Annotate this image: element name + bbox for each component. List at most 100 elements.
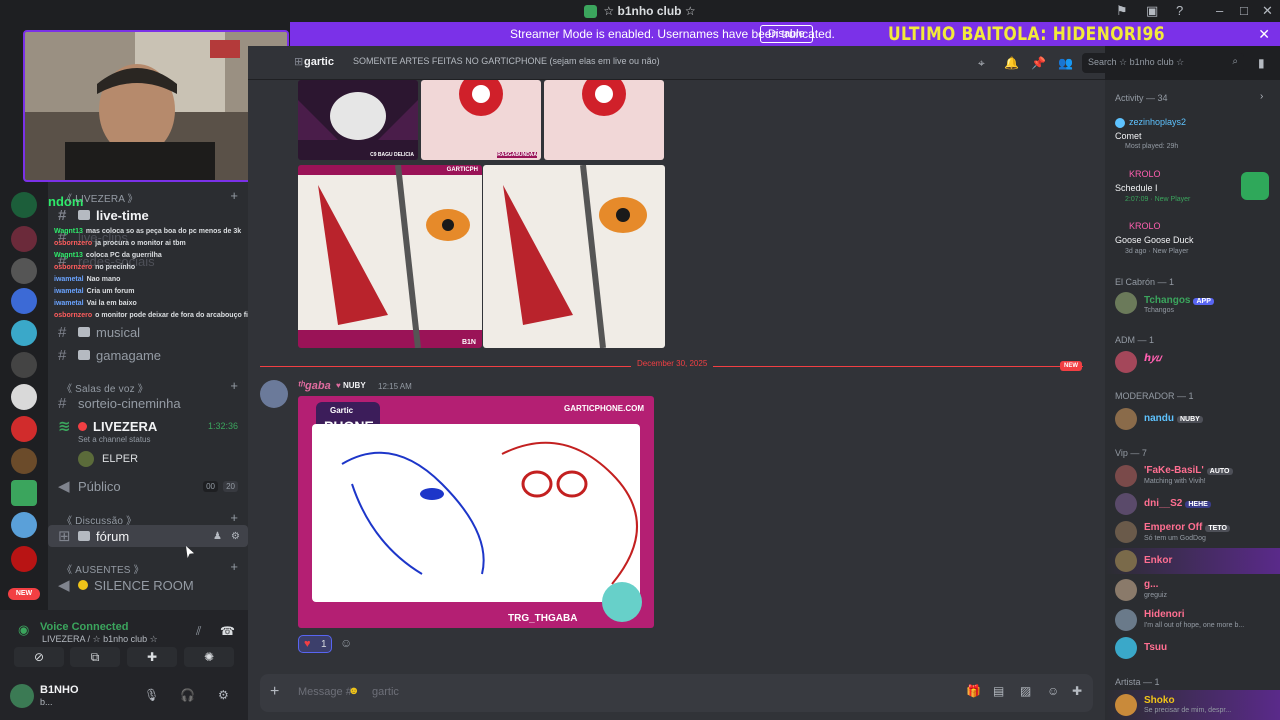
search-input[interactable]: Search ☆ b1nho club ☆ ⌕ (1082, 53, 1244, 73)
server-icon[interactable] (11, 416, 37, 442)
channel-gamagame[interactable]: # gamagame (48, 344, 248, 366)
gift-icon[interactable]: 🎁 (966, 684, 981, 698)
settings-icon[interactable]: ⚙ (231, 531, 240, 542)
close-banner-icon[interactable]: ✕ (1258, 26, 1270, 43)
channel-musical[interactable]: # musical (48, 321, 248, 343)
member-name[interactable]: g... (1144, 579, 1158, 590)
member-name[interactable]: Enkor (1144, 555, 1172, 566)
member-name[interactable]: dni__S2 HEHE (1144, 498, 1211, 509)
activity-card[interactable]: zezinhoplays2 Comet Most played: 29h (1105, 116, 1280, 160)
add-voice-channel-icon[interactable]: + (230, 378, 238, 393)
message-author[interactable]: ᵗʰgaba (298, 380, 331, 392)
avatar[interactable] (1115, 637, 1137, 659)
activity-card[interactable]: KROLO Goose Goose Duck 3d ago · New Play… (1105, 220, 1280, 264)
pin-icon[interactable]: 📌 (1031, 56, 1046, 70)
channel-topic[interactable]: SOMENTE ARTES FEITAS NO GARTICPHONE (sej… (353, 56, 660, 66)
activity-card[interactable]: KROLO Schedule I 2:07:09 · New Player (1105, 168, 1280, 212)
window-icon[interactable]: ▣ (1146, 3, 1158, 19)
close-window-icon[interactable]: ✕ (1262, 3, 1273, 19)
server-icon[interactable] (11, 512, 37, 538)
disable-streamer-mode-button[interactable]: Disable (760, 25, 813, 43)
gif-icon[interactable]: ▤ (993, 684, 1004, 698)
avatar[interactable] (1115, 521, 1137, 543)
server-icon[interactable] (11, 320, 37, 346)
attachment-image[interactable]: RASGABUNDAA (421, 80, 541, 160)
avatar[interactable] (1115, 609, 1137, 631)
attachment-image[interactable]: GARTICPH B1N (298, 165, 482, 348)
voice-user-elper[interactable]: ELPER (48, 448, 248, 470)
current-username[interactable]: B1NHO (40, 684, 79, 696)
member-name[interactable]: Tsuu (1144, 642, 1167, 653)
member-list-icon[interactable]: 👥 (1058, 56, 1073, 70)
help-icon[interactable]: ? (1176, 3, 1183, 18)
member-name[interactable]: ℎ𝑦𝑢 (1144, 353, 1161, 364)
sticker-icon[interactable]: ▨ (1020, 684, 1031, 698)
channel-live-time[interactable]: # live-time (48, 204, 248, 226)
avatar[interactable] (260, 380, 288, 408)
member-name[interactable]: 'FaKe-BasiL' AUTO (1144, 465, 1233, 476)
server-icon[interactable] (11, 192, 37, 218)
voice-channel-silence-room[interactable]: ◀ SILENCE ROOM (48, 574, 248, 596)
avatar[interactable] (1115, 550, 1137, 572)
maximize-icon[interactable]: □ (1240, 3, 1248, 18)
user-settings-icon[interactable]: ⚙ (218, 688, 229, 702)
category-livezera[interactable]: 《 LIVEZERA 》 (62, 190, 138, 205)
disconnect-icon[interactable]: ☎ (220, 624, 235, 638)
server-icon[interactable] (11, 258, 37, 284)
attachment-image[interactable]: C9 BAGU DELICIA (298, 80, 418, 160)
add-afk-channel-icon[interactable]: + (230, 559, 238, 574)
reaction-heart[interactable]: ♥ 1 (298, 635, 332, 653)
avatar[interactable] (1115, 493, 1137, 515)
avatar[interactable] (1115, 694, 1137, 716)
channel-sorteio-cineminha[interactable]: # sorteio-cineminha (48, 392, 248, 414)
invite-icon[interactable]: ♟ (213, 531, 222, 542)
add-reaction-icon[interactable]: ☺ (340, 636, 352, 650)
member-name[interactable]: nandu NUBY (1144, 413, 1203, 424)
server-icon[interactable] (11, 546, 37, 572)
server-icon[interactable] (11, 384, 37, 410)
member-name[interactable]: Tchangos APP (1144, 295, 1214, 306)
voice-connected-label[interactable]: Voice Connected (40, 621, 128, 633)
camera-button[interactable]: ⊘ (14, 647, 64, 667)
voice-channel-livezera[interactable]: ≋ LIVEZERA 1:32:36 (48, 415, 248, 437)
voice-channel-status[interactable]: Set a channel status (78, 435, 151, 444)
chevron-right-icon[interactable]: › (1260, 91, 1263, 102)
server-icon[interactable] (11, 226, 37, 252)
apps-icon[interactable]: ✚ (1072, 684, 1082, 698)
member-name[interactable]: Shoko (1144, 695, 1175, 706)
voice-channel-publico[interactable]: ◀ Público 00 20 (48, 475, 248, 497)
avatar[interactable] (1115, 465, 1137, 487)
server-icon[interactable] (11, 448, 37, 474)
voice-connected-subtitle[interactable]: LIVEZERA / ☆ b1nho club ☆ (42, 634, 158, 645)
server-icon[interactable] (11, 480, 37, 506)
member-name[interactable]: Hidenori (1144, 609, 1185, 620)
add-forum-icon[interactable]: + (230, 510, 238, 525)
new-servers-badge[interactable]: NEW (8, 588, 40, 600)
server-icon[interactable] (11, 288, 37, 314)
avatar[interactable] (10, 684, 34, 708)
avatar[interactable] (1115, 292, 1137, 314)
channel-forum[interactable]: ⊞ fórum ♟ ⚙ (48, 525, 248, 547)
notification-bell-icon[interactable]: 🔔 (1004, 56, 1019, 70)
threads-icon[interactable]: ⌖ (978, 56, 985, 71)
activities-button[interactable]: ✚ (127, 647, 177, 667)
avatar[interactable] (1115, 408, 1137, 430)
headphones-icon[interactable]: 🎧 (180, 688, 195, 702)
minimize-icon[interactable]: – (1216, 3, 1223, 18)
avatar[interactable] (1115, 351, 1137, 373)
noise-suppression-icon[interactable]: ⫽ (196, 624, 201, 639)
new-messages-badge[interactable]: NEW (1060, 361, 1082, 371)
message-composer[interactable]: + Message # ☻ gartic 🎁 ▤ ▨ ☺ ✚ (260, 674, 1093, 712)
attachment-image[interactable] (544, 80, 664, 160)
soundboard-button[interactable]: ✺ (184, 647, 234, 667)
microphone-icon[interactable]: 🎙 (144, 688, 159, 702)
inbox-icon[interactable]: ⚑ (1116, 3, 1128, 19)
emoji-picker-icon[interactable]: ☺ (1047, 684, 1059, 698)
attach-plus-icon[interactable]: + (270, 683, 279, 701)
inbox-icon[interactable]: ▮ (1258, 56, 1265, 70)
attachment-image[interactable] (483, 165, 665, 348)
screenshare-button[interactable]: ⧉ (70, 647, 120, 667)
add-channel-icon[interactable]: + (230, 188, 238, 203)
server-icon[interactable] (11, 352, 37, 378)
avatar[interactable] (1115, 579, 1137, 601)
